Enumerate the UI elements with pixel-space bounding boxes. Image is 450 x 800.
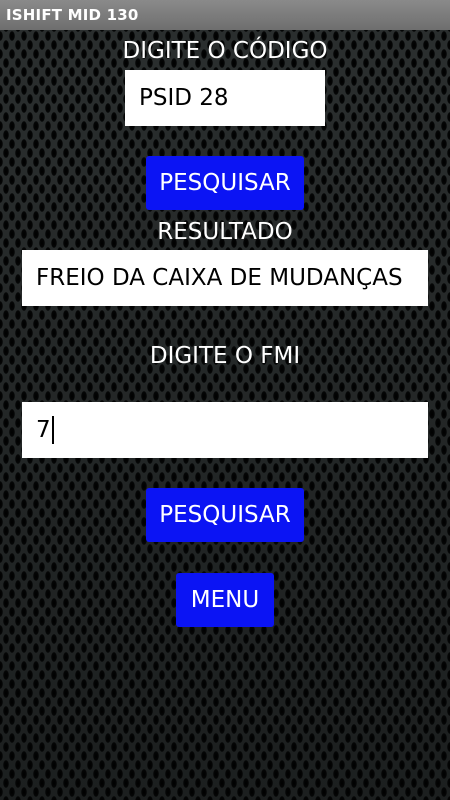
code-input[interactable]: PSID 28 (125, 70, 325, 126)
app-title: ISHIFT MID 130 (6, 6, 139, 24)
app-titlebar: ISHIFT MID 130 (0, 0, 450, 30)
fmi-input[interactable]: 7 (22, 402, 428, 458)
result-field: FREIO DA CAIXA DE MUDANÇAS (22, 250, 428, 306)
result-value: FREIO DA CAIXA DE MUDANÇAS (36, 265, 403, 291)
text-cursor (51, 416, 54, 444)
fmi-label: DIGITE O FMI (149, 343, 301, 369)
code-search-button[interactable]: PESQUISAR (146, 156, 304, 210)
code-label: DIGITE O CÓDIGO (122, 38, 328, 64)
menu-button[interactable]: MENU (176, 573, 274, 627)
code-input-value: PSID 28 (139, 85, 229, 111)
result-label: RESULTADO (157, 219, 293, 245)
fmi-input-value: 7 (36, 417, 51, 443)
fmi-search-button[interactable]: PESQUISAR (146, 488, 304, 542)
